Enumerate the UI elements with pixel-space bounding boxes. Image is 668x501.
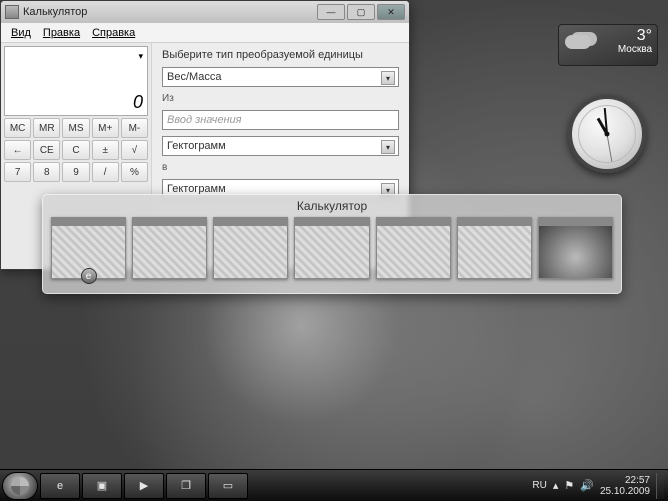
clock-gadget[interactable]: [568, 95, 646, 173]
preview-thumb[interactable]: [132, 217, 207, 279]
from-label: Из: [162, 93, 399, 104]
from-unit-select[interactable]: Гектограмм ▾: [162, 136, 399, 156]
category-select[interactable]: Вес/Масса ▾: [162, 67, 399, 87]
minute-hand: [604, 108, 608, 134]
folder-icon: ▣: [97, 479, 107, 492]
preview-title: Калькулятор: [51, 199, 613, 213]
key-back[interactable]: ←: [4, 140, 31, 160]
taskbar-folder[interactable]: ▭: [208, 473, 248, 499]
maximize-button[interactable]: ▢: [347, 4, 375, 20]
edit-row: ← CE C ± √: [4, 140, 148, 160]
start-button[interactable]: [2, 472, 38, 500]
tray-time: 22:57: [625, 475, 650, 486]
second-hand: [607, 134, 613, 162]
key-7[interactable]: 7: [4, 162, 31, 182]
category-value: Вес/Масса: [167, 71, 222, 83]
from-unit-value: Гектограмм: [167, 140, 226, 152]
key-mplus[interactable]: M+: [92, 118, 119, 138]
key-8[interactable]: 8: [33, 162, 60, 182]
history-dropdown-icon[interactable]: ▾: [138, 51, 143, 62]
preview-thumb[interactable]: [538, 217, 613, 279]
clock-pivot: [605, 132, 610, 137]
from-placeholder: Ввод значения: [167, 114, 242, 126]
key-mr[interactable]: MR: [33, 118, 60, 138]
chevron-down-icon: ▾: [381, 71, 395, 85]
titlebar[interactable]: Калькулятор — ▢ ✕: [1, 1, 409, 23]
preview-thumb[interactable]: [457, 217, 532, 279]
from-value-input[interactable]: Ввод значения: [162, 110, 399, 130]
key-div[interactable]: /: [92, 162, 119, 182]
taskbar-media[interactable]: ▶: [124, 473, 164, 499]
tray-date: 25.10.2009: [600, 486, 650, 497]
key-ms[interactable]: MS: [62, 118, 89, 138]
cloud-icon: [565, 35, 591, 49]
key-pct[interactable]: %: [121, 162, 148, 182]
preview-thumb[interactable]: [213, 217, 288, 279]
preview-thumb[interactable]: e: [51, 217, 126, 279]
weather-gadget[interactable]: 3° Москва: [558, 24, 658, 66]
key-neg[interactable]: ±: [92, 140, 119, 160]
preview-thumb[interactable]: [294, 217, 369, 279]
windows-orb-icon: [11, 477, 29, 495]
language-indicator[interactable]: RU: [532, 480, 546, 491]
taskbar-explorer[interactable]: ▣: [82, 473, 122, 499]
ie-icon: e: [57, 480, 63, 492]
memory-row: MC MR MS M+ M-: [4, 118, 148, 138]
taskbar-ie[interactable]: e: [40, 473, 80, 499]
key-sqrt[interactable]: √: [121, 140, 148, 160]
num-row: 7 8 9 / %: [4, 162, 148, 182]
tray-clock[interactable]: 22:57 25.10.2009: [600, 475, 650, 497]
display-value: 0: [133, 92, 143, 113]
library-icon: ❐: [181, 479, 191, 492]
key-mc[interactable]: MC: [4, 118, 31, 138]
flag-icon[interactable]: ⚑: [564, 479, 574, 492]
folder-icon: ▭: [223, 479, 233, 492]
minimize-button[interactable]: —: [317, 4, 345, 20]
menu-bar: Вид Правка Справка: [1, 23, 409, 43]
preview-thumb[interactable]: [376, 217, 451, 279]
key-9[interactable]: 9: [62, 162, 89, 182]
taskbar: e ▣ ▶ ❐ ▭ RU ▴ ⚑ 🔊 22:57 25.10.2009: [0, 469, 668, 501]
volume-icon[interactable]: 🔊: [580, 479, 594, 492]
key-mminus[interactable]: M-: [121, 118, 148, 138]
tray-up-icon[interactable]: ▴: [553, 479, 559, 492]
taskbar-library[interactable]: ❐: [166, 473, 206, 499]
system-tray: RU ▴ ⚑ 🔊 22:57 25.10.2009: [532, 473, 666, 499]
menu-help[interactable]: Справка: [92, 27, 135, 39]
calculator-display: ▾ 0: [4, 46, 148, 116]
converter-prompt: Выберите тип преобразуемой единицы: [162, 49, 399, 61]
taskbar-preview-strip: Калькулятор e: [42, 194, 622, 294]
key-ce[interactable]: CE: [33, 140, 60, 160]
play-icon: ▶: [140, 479, 148, 492]
hour-hand: [597, 118, 609, 135]
app-icon: [5, 5, 19, 19]
key-c[interactable]: C: [62, 140, 89, 160]
to-label: в: [162, 162, 399, 173]
window-title: Калькулятор: [23, 6, 87, 18]
menu-view[interactable]: Вид: [11, 27, 31, 39]
show-desktop-button[interactable]: [656, 473, 664, 499]
ie-icon: e: [81, 268, 97, 284]
chevron-down-icon: ▾: [381, 140, 395, 154]
menu-edit[interactable]: Правка: [43, 27, 80, 39]
close-button[interactable]: ✕: [377, 4, 405, 20]
